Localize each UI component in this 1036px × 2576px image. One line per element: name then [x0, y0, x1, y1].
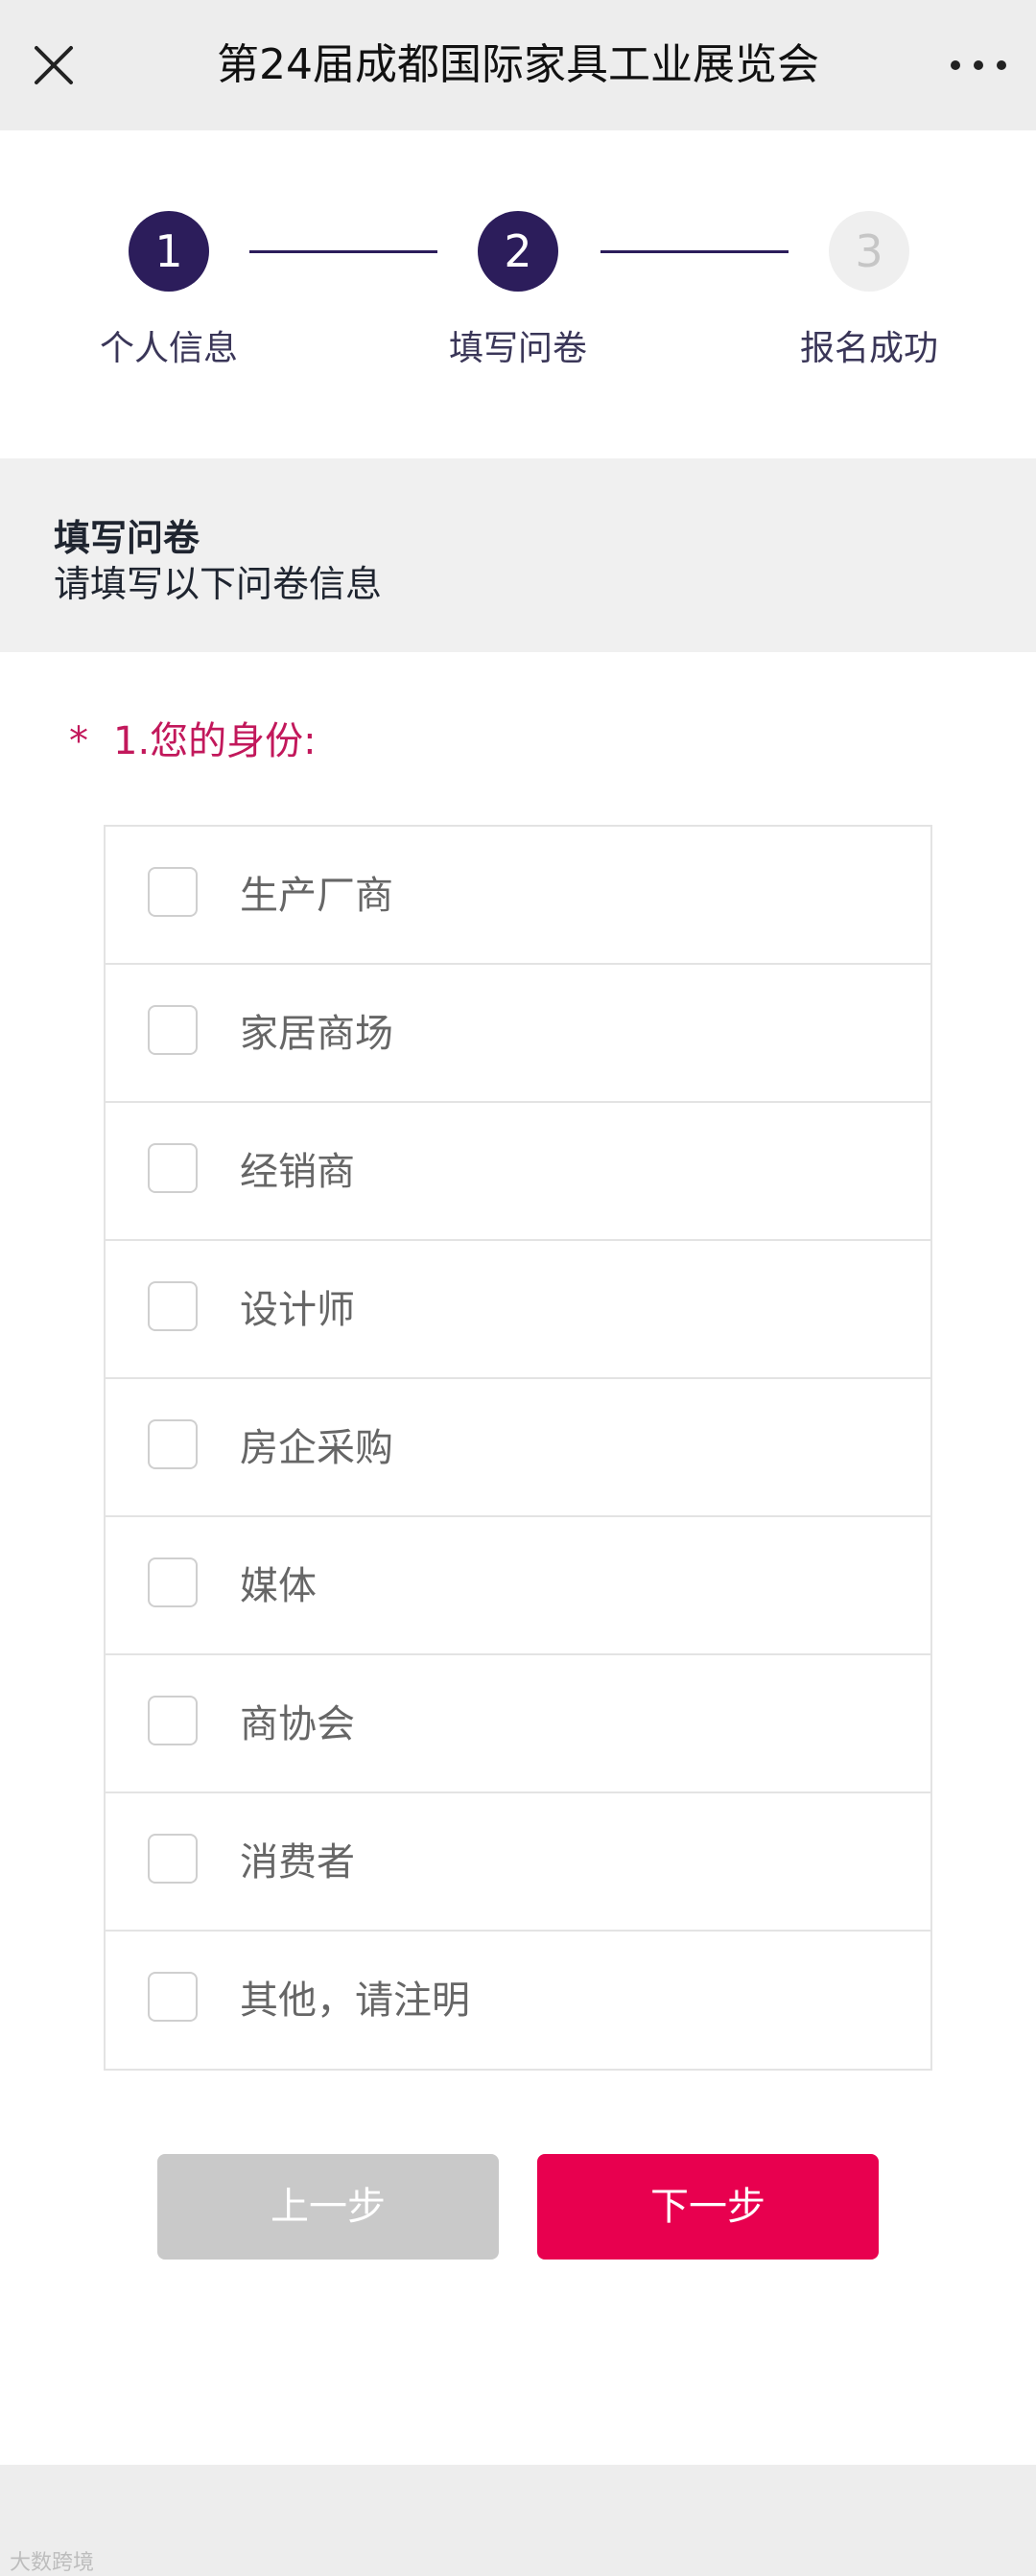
option-item[interactable]: 经销商 [106, 1103, 930, 1241]
bottom-bar [0, 2465, 1036, 2576]
step-2-circle: 2 [478, 211, 558, 292]
page: 第24届成都国际家具工业展览会 1 2 3 个人信息 填写问卷 报名成功 填写问… [0, 0, 1036, 2576]
checkbox[interactable] [148, 1281, 198, 1331]
step-3-circle: 3 [829, 211, 909, 292]
checkbox[interactable] [148, 1557, 198, 1607]
step-connector-1 [249, 250, 437, 253]
question-text: 1.您的身份: [113, 719, 317, 763]
step-1-circle: 1 [129, 211, 209, 292]
option-label: 经销商 [240, 1150, 355, 1194]
option-item[interactable]: 商协会 [106, 1655, 930, 1793]
option-label: 消费者 [240, 1840, 355, 1885]
checkbox[interactable] [148, 1143, 198, 1193]
prev-step-button[interactable]: 上一步 [157, 2154, 499, 2260]
step-connector-2 [600, 250, 789, 253]
option-list: 生产厂商 家居商场 经销商 设计师 房企采购 媒体 商协会 消费者 其他，请注明 [104, 825, 932, 2071]
question-title: * 1.您的身份: [69, 710, 317, 765]
next-step-button[interactable]: 下一步 [537, 2154, 879, 2260]
checkbox[interactable] [148, 1419, 198, 1469]
close-icon[interactable] [23, 35, 84, 96]
option-label: 设计师 [240, 1288, 355, 1332]
option-item[interactable]: 其他，请注明 [106, 1932, 930, 2070]
required-mark: * [69, 719, 88, 763]
option-label: 房企采购 [240, 1426, 393, 1470]
more-icon[interactable] [944, 35, 1013, 96]
top-navbar: 第24届成都国际家具工业展览会 [0, 0, 1036, 130]
checkbox[interactable] [148, 1834, 198, 1884]
checkbox[interactable] [148, 867, 198, 917]
page-title: 第24届成都国际家具工业展览会 [217, 40, 819, 89]
option-item[interactable]: 家居商场 [106, 965, 930, 1103]
section-title: 填写问卷 [54, 517, 200, 559]
step-1-label: 个人信息 [99, 329, 238, 368]
option-label: 媒体 [240, 1564, 317, 1608]
checkbox[interactable] [148, 1005, 198, 1055]
step-indicator: 1 2 3 个人信息 填写问卷 报名成功 [0, 130, 1036, 458]
option-label: 商协会 [240, 1702, 355, 1746]
option-label: 家居商场 [240, 1012, 393, 1056]
checkbox[interactable] [148, 1696, 198, 1745]
option-label: 生产厂商 [240, 874, 393, 918]
option-item[interactable]: 房企采购 [106, 1379, 930, 1517]
option-item[interactable]: 设计师 [106, 1241, 930, 1379]
checkbox[interactable] [148, 1972, 198, 2022]
option-item[interactable]: 生产厂商 [106, 827, 930, 965]
option-item[interactable]: 媒体 [106, 1517, 930, 1655]
section-subtitle: 请填写以下问卷信息 [54, 563, 383, 605]
option-item[interactable]: 消费者 [106, 1793, 930, 1932]
option-label: 其他，请注明 [240, 1979, 470, 2023]
step-2-label: 填写问卷 [448, 329, 587, 368]
section-header: 填写问卷 请填写以下问卷信息 [0, 458, 1036, 652]
step-3-label: 报名成功 [799, 329, 938, 368]
watermark: 大数跨境 [10, 2551, 95, 2575]
